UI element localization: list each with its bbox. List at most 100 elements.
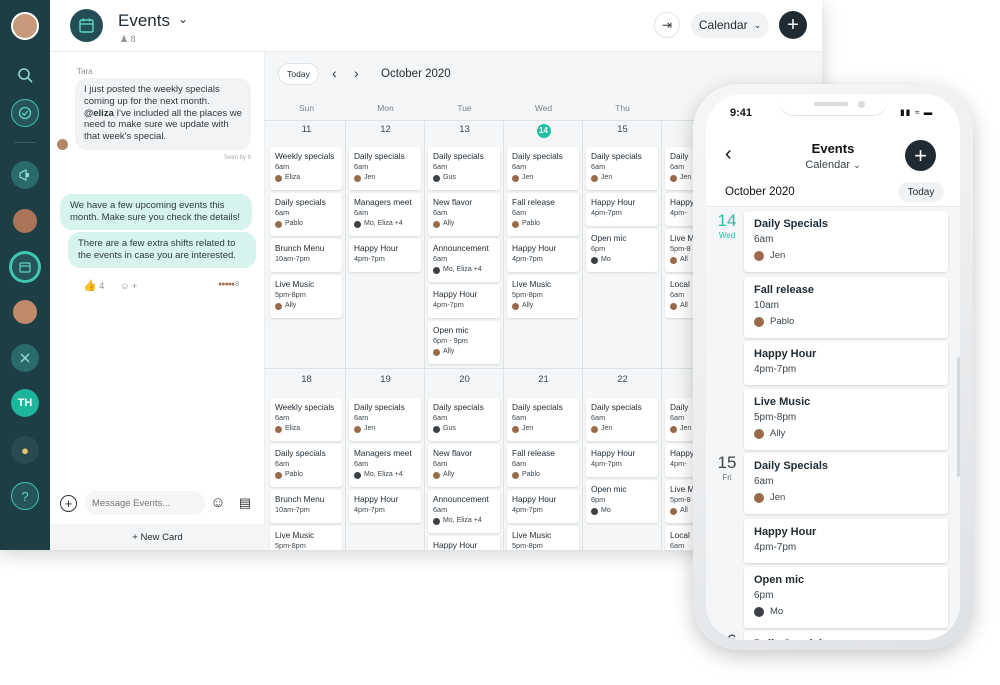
event-card[interactable]: Happy Hour 4pm-7pm bbox=[586, 193, 658, 226]
event-card[interactable]: Live Music 5pm-8pm Ally bbox=[270, 275, 342, 318]
event-card[interactable]: Brunch Menu 10am-7pm bbox=[270, 239, 342, 272]
add-event-button[interactable]: + bbox=[779, 11, 807, 39]
smiley-icon: ☺ bbox=[120, 280, 130, 291]
user-avatar[interactable] bbox=[11, 12, 39, 40]
event-assignee: Jen bbox=[512, 173, 574, 184]
collapse-panel-icon[interactable]: ⇥ bbox=[654, 12, 680, 38]
assignee-name: Ally bbox=[770, 428, 786, 439]
channel-title[interactable]: Events bbox=[118, 11, 170, 31]
chevron-down-icon[interactable]: ⌄ bbox=[178, 12, 188, 26]
assignee-avatar bbox=[512, 425, 519, 433]
event-card[interactable]: Daily specials 6am Pablo bbox=[270, 193, 342, 236]
event-card[interactable]: Daily specials 6am Jen bbox=[349, 147, 421, 190]
event-card[interactable]: Happy Hour bbox=[428, 536, 500, 550]
event-card[interactable]: Happy Hour 4pm-7pm bbox=[349, 490, 421, 523]
image-upload-icon[interactable]: ▤ bbox=[236, 494, 254, 512]
event-title: Daily specials bbox=[512, 151, 563, 161]
phone-add-button[interactable]: + bbox=[905, 140, 936, 171]
event-card[interactable]: Daily specials 6am Jen bbox=[349, 398, 421, 441]
event-card[interactable]: Daily specials 6am Jen bbox=[507, 398, 579, 441]
workspace-initials[interactable]: TH bbox=[11, 389, 39, 417]
event-card[interactable]: Managers meet 6am Mo, Eliza +4 bbox=[349, 444, 421, 487]
event-card[interactable]: Open mic 6pm Mo bbox=[586, 229, 658, 272]
event-time: 6am bbox=[433, 504, 448, 514]
day-number[interactable]: 20 bbox=[425, 374, 504, 385]
moneybag-icon[interactable]: ● bbox=[11, 436, 39, 464]
event-card[interactable]: Announcement 6am Mo, Eliza +4 bbox=[428, 239, 500, 282]
day-number[interactable]: 22 bbox=[583, 374, 662, 385]
agenda-event-card[interactable]: Daily Specials 6am Jen bbox=[744, 211, 948, 272]
prev-month-icon[interactable]: ‹ bbox=[332, 66, 337, 80]
event-card[interactable]: New flavor 6am Ally bbox=[428, 193, 500, 236]
agenda-event-card[interactable]: Happy Hour 4pm-7pm bbox=[744, 519, 948, 563]
tools-icon[interactable] bbox=[11, 344, 39, 372]
event-card[interactable]: Daily specials 6am Jen bbox=[507, 147, 579, 190]
event-time: 6am bbox=[275, 161, 290, 171]
attach-plus-icon[interactable]: + bbox=[60, 495, 77, 512]
event-assignee: Mo, Eliza +4 bbox=[433, 265, 495, 276]
group-avatar[interactable] bbox=[11, 207, 39, 235]
calendar-channel-icon[interactable] bbox=[11, 253, 39, 281]
event-card[interactable]: Live Music 5pm-8pm bbox=[507, 526, 579, 550]
event-card[interactable]: Happy Hour 4pm-7pm bbox=[507, 239, 579, 272]
event-card[interactable]: Happy Hour 4pm-7pm bbox=[349, 239, 421, 272]
event-card[interactable]: Open mic 6pm - 9pm Ally bbox=[428, 321, 500, 364]
day-number[interactable]: 21 bbox=[504, 374, 583, 385]
event-card[interactable]: Live Music 5pm-8pm Ally bbox=[507, 275, 579, 318]
search-icon[interactable] bbox=[11, 61, 39, 89]
event-card[interactable]: Managers meet 6am Mo, Eliza +4 bbox=[349, 193, 421, 236]
phone-today-button[interactable]: Today bbox=[898, 182, 944, 202]
event-card[interactable]: Daily specials 6am Jen bbox=[586, 147, 658, 190]
event-card[interactable]: Fall release 6am Pablo bbox=[507, 444, 579, 487]
today-button[interactable]: Today bbox=[278, 63, 319, 85]
message-input[interactable] bbox=[85, 491, 205, 515]
agenda-event-card[interactable]: Open mic 6pm Mo bbox=[744, 567, 948, 628]
emoji-icon[interactable]: ☺ bbox=[209, 494, 227, 512]
event-card[interactable]: Open mic 6pm Mo bbox=[586, 480, 658, 523]
day-number[interactable]: 18 bbox=[267, 374, 346, 385]
new-card-button[interactable]: + New Card bbox=[50, 524, 265, 550]
day-number[interactable]: 11 bbox=[267, 124, 346, 135]
assignee-name: Jen bbox=[770, 250, 786, 261]
day-number[interactable]: 14 bbox=[504, 124, 583, 138]
event-card[interactable]: Weekly specials 6am Eliza bbox=[270, 398, 342, 441]
readers-avatars: ●●●●● 8 bbox=[218, 281, 239, 288]
event-title: Open mic bbox=[433, 325, 469, 335]
day-number[interactable]: 12 bbox=[346, 124, 425, 135]
check-tasks-icon[interactable] bbox=[11, 99, 39, 127]
agenda-event-card[interactable]: Daily Specials 6am Jen bbox=[744, 453, 948, 514]
event-card[interactable]: Happy Hour 4pm-7pm bbox=[586, 444, 658, 477]
person-avatar[interactable] bbox=[11, 298, 39, 326]
event-card[interactable]: Daily specials 6am Jen bbox=[586, 398, 658, 441]
agenda-event-title: Daily Specials bbox=[754, 638, 938, 640]
day-number[interactable]: 19 bbox=[346, 374, 425, 385]
event-card[interactable]: Weekly specials 6am Eliza bbox=[270, 147, 342, 190]
event-card[interactable]: Daily specials 6am Gus bbox=[428, 147, 500, 190]
chat-panel: Tara I just posted the weekly specials c… bbox=[50, 52, 265, 550]
event-card[interactable]: Announcement 6am Mo, Eliza +4 bbox=[428, 490, 500, 533]
add-reaction-button[interactable]: ☺ + bbox=[120, 281, 137, 291]
event-assignee: Gus bbox=[433, 424, 495, 435]
next-month-icon[interactable]: › bbox=[354, 66, 359, 80]
event-card[interactable]: Brunch Menu 10am-7pm bbox=[270, 490, 342, 523]
agenda-event-card[interactable]: Live Music 5pm-8pm Ally bbox=[744, 389, 948, 450]
event-card[interactable]: Happy Hour 4pm-7pm bbox=[507, 490, 579, 523]
agenda-event-card[interactable]: Fall release 10am Pablo bbox=[744, 277, 948, 338]
scrollbar[interactable] bbox=[957, 357, 960, 477]
event-card[interactable]: Daily specials 6am Gus bbox=[428, 398, 500, 441]
thumbs-up-reaction[interactable]: 👍 4 bbox=[83, 279, 104, 292]
day-number[interactable]: 15 bbox=[583, 124, 662, 135]
day-number[interactable]: 13 bbox=[425, 124, 504, 135]
help-icon[interactable]: ? bbox=[11, 482, 39, 510]
event-card[interactable]: New flavor 6am Ally bbox=[428, 444, 500, 487]
agenda-event-card[interactable]: Daily Specials bbox=[744, 631, 948, 640]
agenda-event-card[interactable]: Happy Hour 4pm-7pm bbox=[744, 341, 948, 385]
view-select[interactable]: Calendar ⌄ bbox=[691, 12, 769, 38]
event-card[interactable]: Daily specials 6am Pablo bbox=[270, 444, 342, 487]
assignee-avatar bbox=[354, 174, 361, 182]
event-card[interactable]: Happy Hour 4pm-7pm bbox=[428, 285, 500, 318]
mention-link[interactable]: @eliza bbox=[84, 108, 114, 119]
event-card[interactable]: Fall release 6am Pablo bbox=[507, 193, 579, 236]
megaphone-icon[interactable] bbox=[11, 161, 39, 189]
event-card[interactable]: Live Music 5pm-8pm bbox=[270, 526, 342, 550]
